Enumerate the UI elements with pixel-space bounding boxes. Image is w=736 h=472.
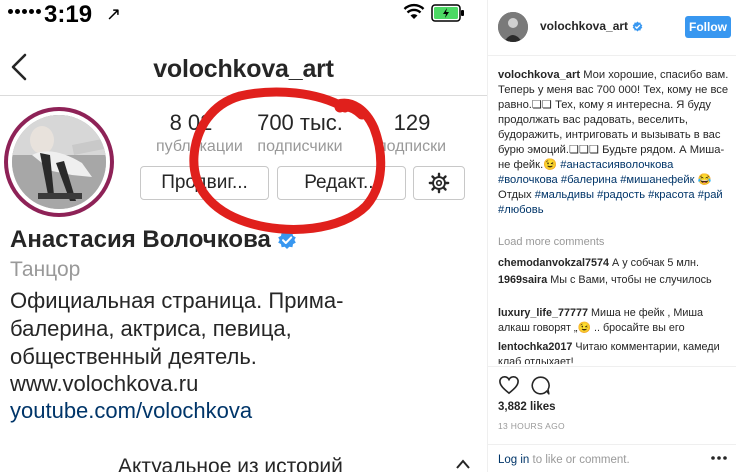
stat-followers-value: 700 тыс.: [257, 110, 343, 135]
nav-bar: volochkova_art: [0, 34, 487, 96]
stat-followers-label: подписчики: [257, 138, 343, 155]
youtube-link[interactable]: youtube.com/volochkova: [10, 398, 252, 424]
verified-badge-icon: [278, 231, 296, 249]
post-timestamp: 13 HOURS AGO: [498, 421, 565, 431]
more-options-icon[interactable]: [710, 455, 728, 461]
post-caption: volochkova_art Мои хорошие, спасибо вам.…: [498, 68, 731, 218]
comment-item: chemodanvokzal7574 А у собчак 5 млн.: [498, 256, 731, 271]
chevron-up-icon[interactable]: [455, 458, 471, 470]
stat-following-label: подписки: [377, 138, 447, 155]
post-actions: [488, 366, 736, 406]
post-author-name[interactable]: volochkova_art: [540, 19, 628, 33]
battery-icon: [431, 4, 464, 22]
location-arrow-icon: ↗: [106, 4, 122, 24]
website-link[interactable]: www.volochkova.ru: [10, 371, 198, 397]
login-prompt: Log in to like or comment.: [498, 454, 630, 466]
edit-profile-button[interactable]: Редакт...: [277, 166, 406, 200]
full-name-text: Анастасия Волочкова: [10, 226, 271, 253]
login-link[interactable]: Log in: [498, 454, 529, 466]
post-author-avatar[interactable]: [498, 12, 528, 42]
bio-line: общественный деятель.: [10, 344, 257, 369]
load-more-comments[interactable]: Load more comments: [498, 236, 604, 248]
comment-author[interactable]: luxury_life_77777: [498, 307, 588, 319]
comment-author[interactable]: lentochka2017: [498, 341, 572, 353]
profile-screenshot: 3:19 ↗ volochkova_art 8 02 публикации 70…: [0, 0, 487, 472]
heart-icon[interactable]: [498, 375, 520, 395]
stat-posts-label: публикации: [156, 138, 243, 155]
comment-author[interactable]: chemodanvokzal7574: [498, 257, 609, 269]
follow-button[interactable]: Follow: [685, 16, 731, 38]
comment-item: 1969saira Мы с Вами, чтобы не случилось: [498, 273, 731, 288]
stat-posts[interactable]: 8 02 публикации: [156, 110, 243, 156]
login-row: Log in to like or comment.: [488, 444, 736, 472]
settings-button[interactable]: [413, 166, 465, 200]
login-suffix: to like or comment.: [532, 454, 630, 466]
avatar-photo: [12, 115, 106, 209]
profile-username-title: volochkova_art: [153, 55, 334, 83]
stat-followers[interactable]: 700 тыс. подписчики: [240, 110, 360, 156]
promote-button[interactable]: Продвиг...: [140, 166, 269, 200]
comment-text: Мы с Вами, чтобы не случилось: [550, 274, 712, 286]
profile-full-name: Анастасия Волочкова: [10, 226, 297, 254]
profile-category: Танцор: [10, 258, 81, 281]
comment-text: А у собчак 5 млн.: [612, 257, 700, 269]
status-time: 3:19: [44, 1, 93, 28]
stat-following-value: 129: [393, 110, 431, 135]
wifi-icon: [403, 3, 425, 19]
profile-bio: Официальная страница. Прима- балерина, а…: [10, 287, 480, 371]
bio-line: балерина, актриса, певица,: [10, 316, 292, 341]
verified-badge-icon: [632, 21, 643, 31]
profile-avatar[interactable]: [4, 107, 114, 217]
post-panel: volochkova_art Follow volochkova_art Мои…: [487, 0, 736, 472]
bio-line: Официальная страница. Прима-: [10, 288, 344, 313]
story-highlights-title[interactable]: Актуальное из историй: [118, 455, 343, 472]
caption-text: Мои хорошие, спасибо вам. Теперь у меня …: [498, 69, 729, 171]
likes-count[interactable]: 3,882 likes: [498, 401, 556, 413]
post-header: volochkova_art Follow: [488, 0, 736, 56]
post-author[interactable]: volochkova_art: [540, 19, 643, 33]
comment-item: luxury_life_77777 Миша не фейк , Миша ал…: [498, 306, 731, 336]
signal-icon: [8, 9, 41, 14]
comment-item: lentochka2017 Читаю комментарии, камеди …: [498, 340, 731, 364]
gear-icon: [428, 172, 450, 194]
caption-author[interactable]: volochkova_art: [498, 69, 580, 81]
stat-posts-value: 8 02: [169, 110, 213, 135]
comment-bubble-icon[interactable]: [530, 375, 551, 396]
comment-author[interactable]: 1969saira: [498, 274, 547, 286]
stat-following[interactable]: 129 подписки: [372, 110, 452, 156]
status-bar: 3:19 ↗: [0, 0, 487, 30]
